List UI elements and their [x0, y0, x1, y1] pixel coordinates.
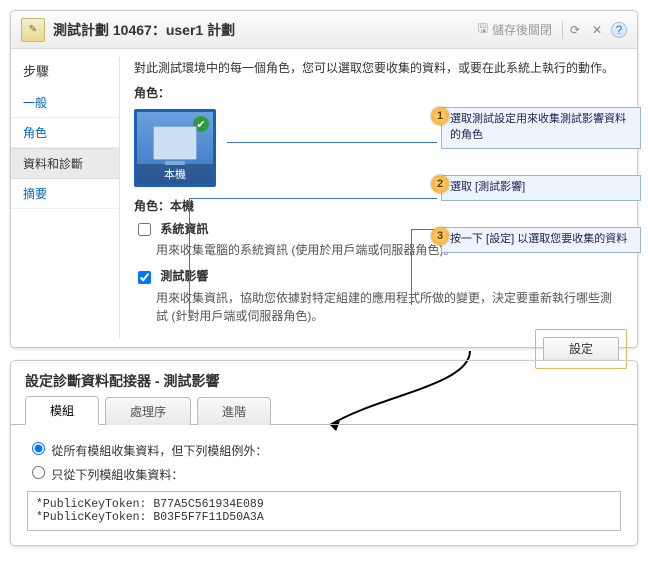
callout-num-2: 2: [431, 175, 449, 193]
callout-1: 1 選取測試設定用來收集測試影響資料的角色: [431, 107, 641, 149]
save-icon: 🖫: [478, 19, 488, 40]
radio-all-except[interactable]: [32, 442, 45, 455]
lead-line: [227, 142, 437, 143]
lead-line: [189, 198, 437, 199]
role-label: 角色：: [134, 84, 623, 101]
radio-row-1: 從所有模組收集資料，但下列模組例外：: [27, 439, 621, 459]
role-tile-label: 本機: [137, 164, 213, 184]
sidebar-item-data-diagnostics[interactable]: 資料和診斷: [11, 148, 119, 179]
impact-title: 測試影響: [160, 269, 208, 283]
tab-modules[interactable]: 模組: [25, 396, 99, 425]
sidebar-item-general[interactable]: 一般: [11, 88, 119, 118]
callout-box-3: 按一下 [設定] 以選取您要收集的資料: [441, 227, 641, 253]
radio-label-1: 從所有模組收集資料，但下列模組例外：: [51, 444, 267, 458]
intro-text: 對此測試環境中的每一個角色，您可以選取您要收集的資料，或要在此系統上執行的動作。: [134, 59, 623, 76]
save-close-label: 儲存後關閉: [492, 21, 552, 38]
dialog-title: 設定診斷資料配接器 - 測試影響: [11, 361, 637, 395]
header-icons: ⟳ ✕ ?: [567, 22, 627, 38]
sidebar-item-summary[interactable]: 摘要: [11, 179, 119, 209]
callouts: 1 選取測試設定用來收集測試影響資料的角色 2 選取 [測試影響] 3 按一下 …: [431, 107, 641, 279]
lead-line: [189, 198, 190, 318]
settings-button[interactable]: 設定: [543, 337, 619, 361]
radio-only[interactable]: [32, 466, 45, 479]
lead-line: [411, 229, 412, 305]
sysinfo-title: 系統資訊: [160, 222, 208, 236]
computer-icon: [153, 126, 197, 160]
sidebar-item-roles[interactable]: 角色: [11, 118, 119, 148]
role-tile-local[interactable]: ✔ 本機: [134, 109, 216, 187]
impact-desc: 用來收集資訊，協助您依據對特定組建的應用程式所做的變更，決定要重新執行哪些測試 …: [156, 289, 623, 325]
sidebar: 步驟 一般 角色 資料和診斷 摘要: [11, 49, 119, 347]
page-title: 測試計劃 10467：user1 計劃: [53, 20, 472, 40]
sysinfo-checkbox[interactable]: [138, 223, 151, 236]
callout-3: 3 按一下 [設定] 以選取您要收集的資料: [431, 227, 641, 253]
module-list[interactable]: *PublicKeyToken: B77A5C561934E089 *Publi…: [27, 491, 621, 531]
tabs: 模組 處理序 進階: [11, 395, 637, 425]
main-panel: ✎ 測試計劃 10467：user1 計劃 🖫 儲存後關閉 ⟳ ✕ ? 步驟 一…: [10, 10, 638, 348]
close-icon[interactable]: ✕: [589, 22, 605, 38]
radio-row-2: 只從下列模組收集資料：: [27, 463, 621, 483]
callout-2: 2 選取 [測試影響]: [431, 175, 641, 201]
impact-checkbox[interactable]: [138, 271, 151, 284]
callout-box-2: 選取 [測試影響]: [441, 175, 641, 201]
tab-advanced[interactable]: 進階: [197, 397, 271, 425]
callout-num-3: 3: [431, 227, 449, 245]
tab-body: 從所有模組收集資料，但下列模組例外： 只從下列模組收集資料： *PublicKe…: [11, 425, 637, 545]
plan-icon: ✎: [21, 18, 45, 42]
save-and-close-button[interactable]: 🖫 儲存後關閉: [472, 17, 558, 42]
callout-num-1: 1: [431, 107, 449, 125]
refresh-icon[interactable]: ⟳: [567, 22, 583, 38]
dialog-panel: 設定診斷資料配接器 - 測試影響 模組 處理序 進階 從所有模組收集資料，但下列…: [10, 360, 638, 546]
radio-label-2: 只從下列模組收集資料：: [51, 468, 183, 482]
header: ✎ 測試計劃 10467：user1 計劃 🖫 儲存後關閉 ⟳ ✕ ?: [11, 11, 637, 49]
sidebar-title: 步驟: [11, 57, 119, 88]
help-icon[interactable]: ?: [611, 22, 627, 38]
divider: [562, 21, 563, 39]
callout-box-1: 選取測試設定用來收集測試影響資料的角色: [441, 107, 641, 149]
tab-processes[interactable]: 處理序: [105, 397, 191, 425]
